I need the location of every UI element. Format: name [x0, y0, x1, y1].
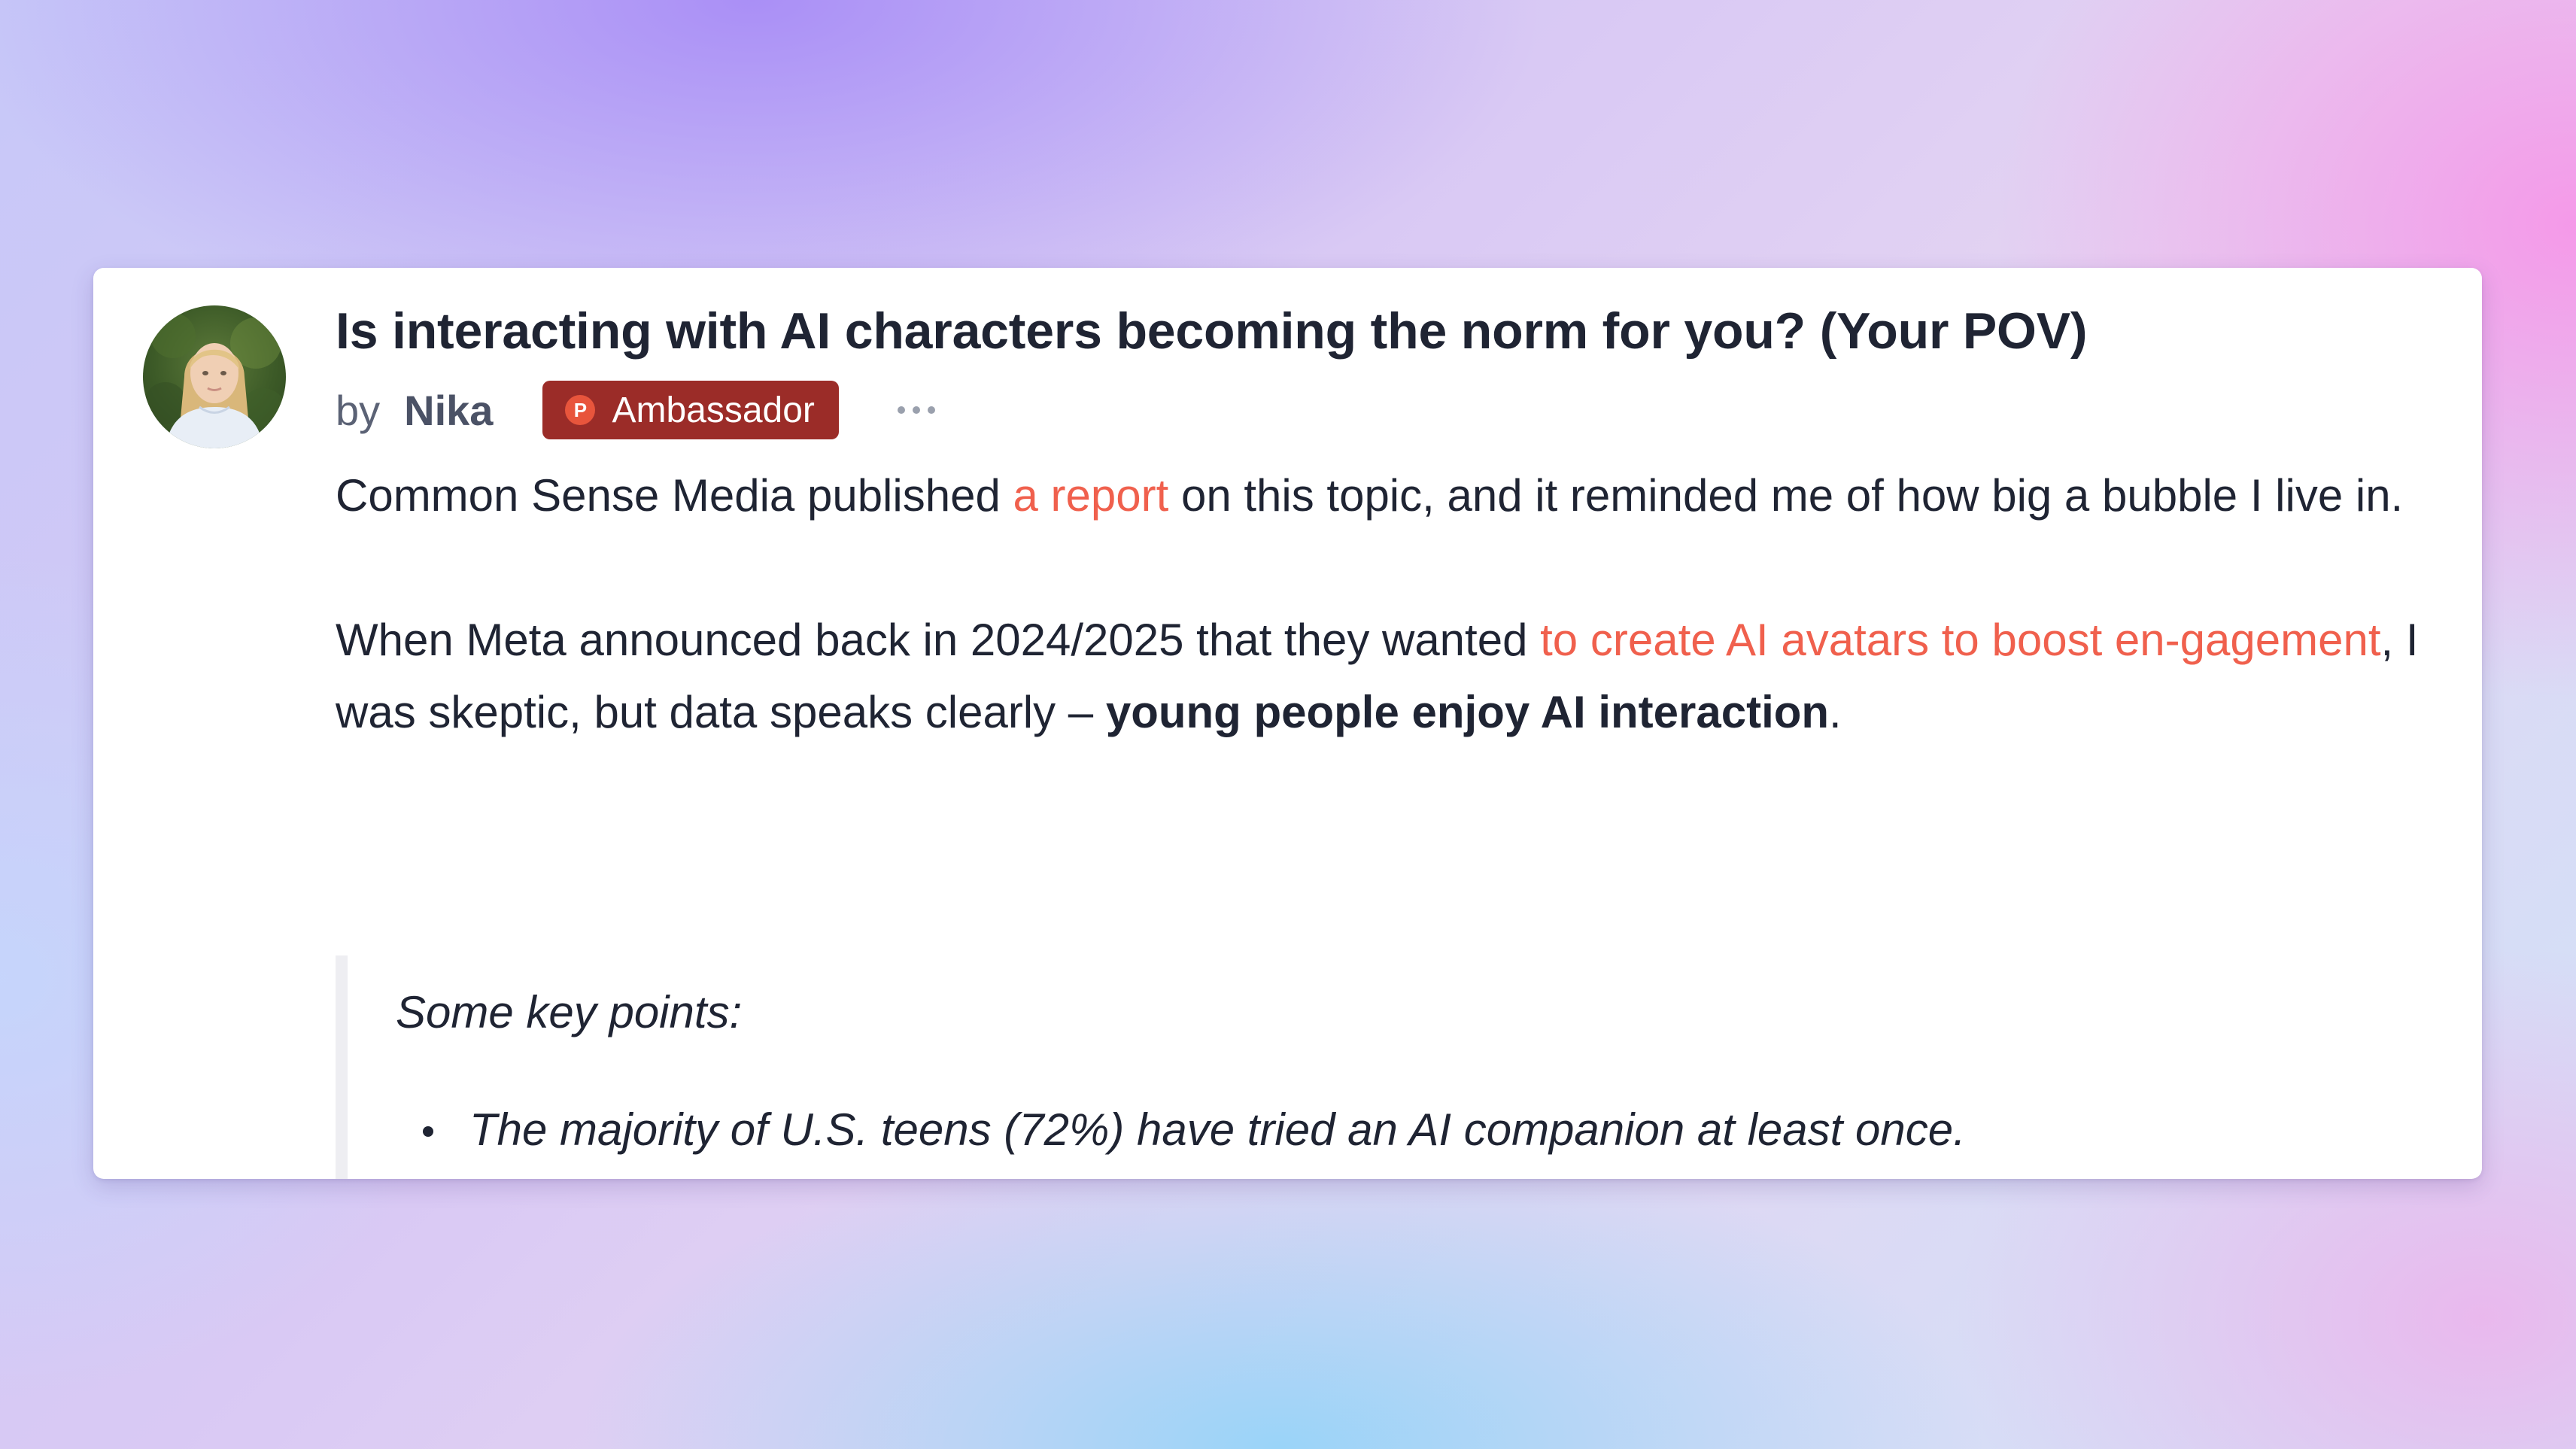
report-link[interactable]: a report — [1013, 470, 1169, 521]
paragraph-1-text-before: Common Sense Media published — [336, 470, 1013, 521]
author-name[interactable]: Nika — [404, 386, 493, 435]
more-horizontal-icon[interactable] — [897, 381, 935, 439]
paragraph-2: When Meta announced back in 2024/2025 th… — [336, 604, 2442, 749]
badge-label: Ambassador — [612, 390, 815, 430]
avatar[interactable] — [143, 305, 286, 448]
post-meta: by Nika P Ambassador — [336, 380, 2442, 440]
post-body: Is interacting with AI characters becomi… — [336, 299, 2442, 749]
paragraph-2-text-after: . — [1829, 687, 1842, 737]
blockquote-title: Some key points: — [396, 987, 743, 1037]
by-label: by — [336, 386, 381, 434]
dot-icon — [912, 406, 920, 414]
list-item: The majority of U.S. teens (72%) have tr… — [396, 1094, 2442, 1166]
key-points-list: The majority of U.S. teens (72%) have tr… — [396, 1094, 2442, 1166]
post-title[interactable]: Is interacting with AI characters becomi… — [336, 299, 2442, 363]
paragraph-2-text-before: When Meta announced back in 2024/2025 th… — [336, 615, 1541, 665]
blockquote: Some key points: The majority of U.S. te… — [336, 955, 2442, 1179]
post-card: Is interacting with AI characters becomi… — [93, 268, 2482, 1179]
product-hunt-icon: P — [565, 395, 596, 425]
avatar-photo — [144, 313, 286, 448]
meta-avatars-link[interactable]: to create AI avatars to boost en-gagemen… — [1540, 615, 2380, 665]
paragraph-1: Common Sense Media published a report on… — [336, 460, 2442, 532]
paragraph-2-bold-text: young people enjoy AI interaction — [1105, 687, 1830, 737]
dot-icon — [897, 406, 905, 414]
ambassador-badge: P Ambassador — [542, 381, 839, 439]
dot-icon — [927, 406, 935, 414]
paragraph-1-text-after: on this topic, and it reminded me of how… — [1168, 470, 2404, 521]
